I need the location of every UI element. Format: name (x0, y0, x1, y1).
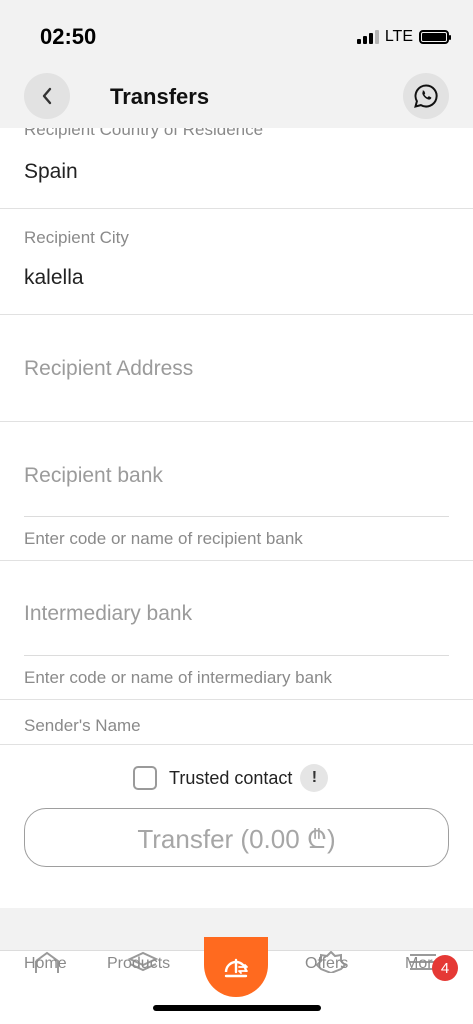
city-field[interactable]: Recipient City kalella (0, 209, 473, 314)
battery-icon (419, 30, 451, 44)
intermediary-bank-placeholder: Intermediary bank (24, 602, 193, 625)
tab-transfers[interactable] (204, 937, 268, 997)
country-label: Recipient Country of Residence (24, 128, 264, 139)
recipient-bank-placeholder: Recipient bank (24, 464, 163, 487)
divider (24, 516, 449, 517)
action-area: Trusted contact ! Transfer (0.00 ₾) (0, 744, 473, 908)
chevron-left-icon (42, 87, 52, 105)
network-type: LTE (384, 28, 413, 45)
top-bar: Transfers (0, 70, 473, 128)
page-title: Transfers (110, 84, 210, 109)
sender-name-field[interactable]: Sender's Name (0, 700, 473, 744)
address-placeholder: Recipient Address (24, 357, 194, 380)
intermediary-bank-hint: Enter code or name of intermediary bank (24, 668, 333, 687)
sender-name-label: Sender's Name (24, 716, 141, 735)
transfer-button[interactable]: Transfer (0.00 ₾) (24, 808, 449, 867)
city-label: Recipient City (24, 228, 129, 247)
trusted-contact-checkbox[interactable] (133, 766, 157, 790)
whatsapp-button[interactable] (403, 73, 449, 119)
country-field[interactable]: Recipient Country of Residence Spain (0, 128, 473, 208)
tab-bar: Home Products Offers More 4 (0, 937, 473, 1024)
recipient-bank-field[interactable]: Recipient bank Enter code or name of rec… (0, 422, 473, 560)
tab-label: Offers (305, 955, 349, 972)
back-button[interactable] (24, 73, 70, 119)
divider (24, 655, 449, 656)
tab-label: Products (107, 955, 171, 972)
tab-offers[interactable]: Offers (290, 951, 382, 991)
tab-label: Home (24, 955, 67, 972)
transfer-icon (224, 958, 248, 978)
address-field[interactable]: Recipient Address (0, 315, 473, 421)
tab-more[interactable]: More (392, 951, 470, 991)
city-value: kalella (24, 266, 84, 289)
country-value: Spain (24, 160, 78, 183)
tab-products[interactable]: Products (96, 951, 188, 991)
transfer-form: Recipient Country of Residence Spain Rec… (0, 128, 473, 744)
signal-icon (356, 30, 379, 44)
whatsapp-icon (414, 84, 438, 108)
status-indicators: LTE (356, 28, 451, 46)
tab-home[interactable]: Home (0, 951, 92, 991)
recipient-bank-hint: Enter code or name of recipient bank (24, 529, 303, 548)
divider (0, 744, 473, 745)
info-icon[interactable]: ! (300, 764, 329, 792)
trusted-contact-label: Trusted contact (169, 767, 293, 788)
notification-badge: 4 (432, 955, 458, 981)
intermediary-bank-field[interactable]: Intermediary bank Enter code or name of … (0, 561, 473, 699)
status-time: 02:50 (40, 24, 97, 49)
status-bar: 02:50 LTE (0, 0, 473, 70)
trusted-contact-row: Trusted contact ! (133, 764, 329, 792)
home-indicator (153, 1005, 321, 1011)
